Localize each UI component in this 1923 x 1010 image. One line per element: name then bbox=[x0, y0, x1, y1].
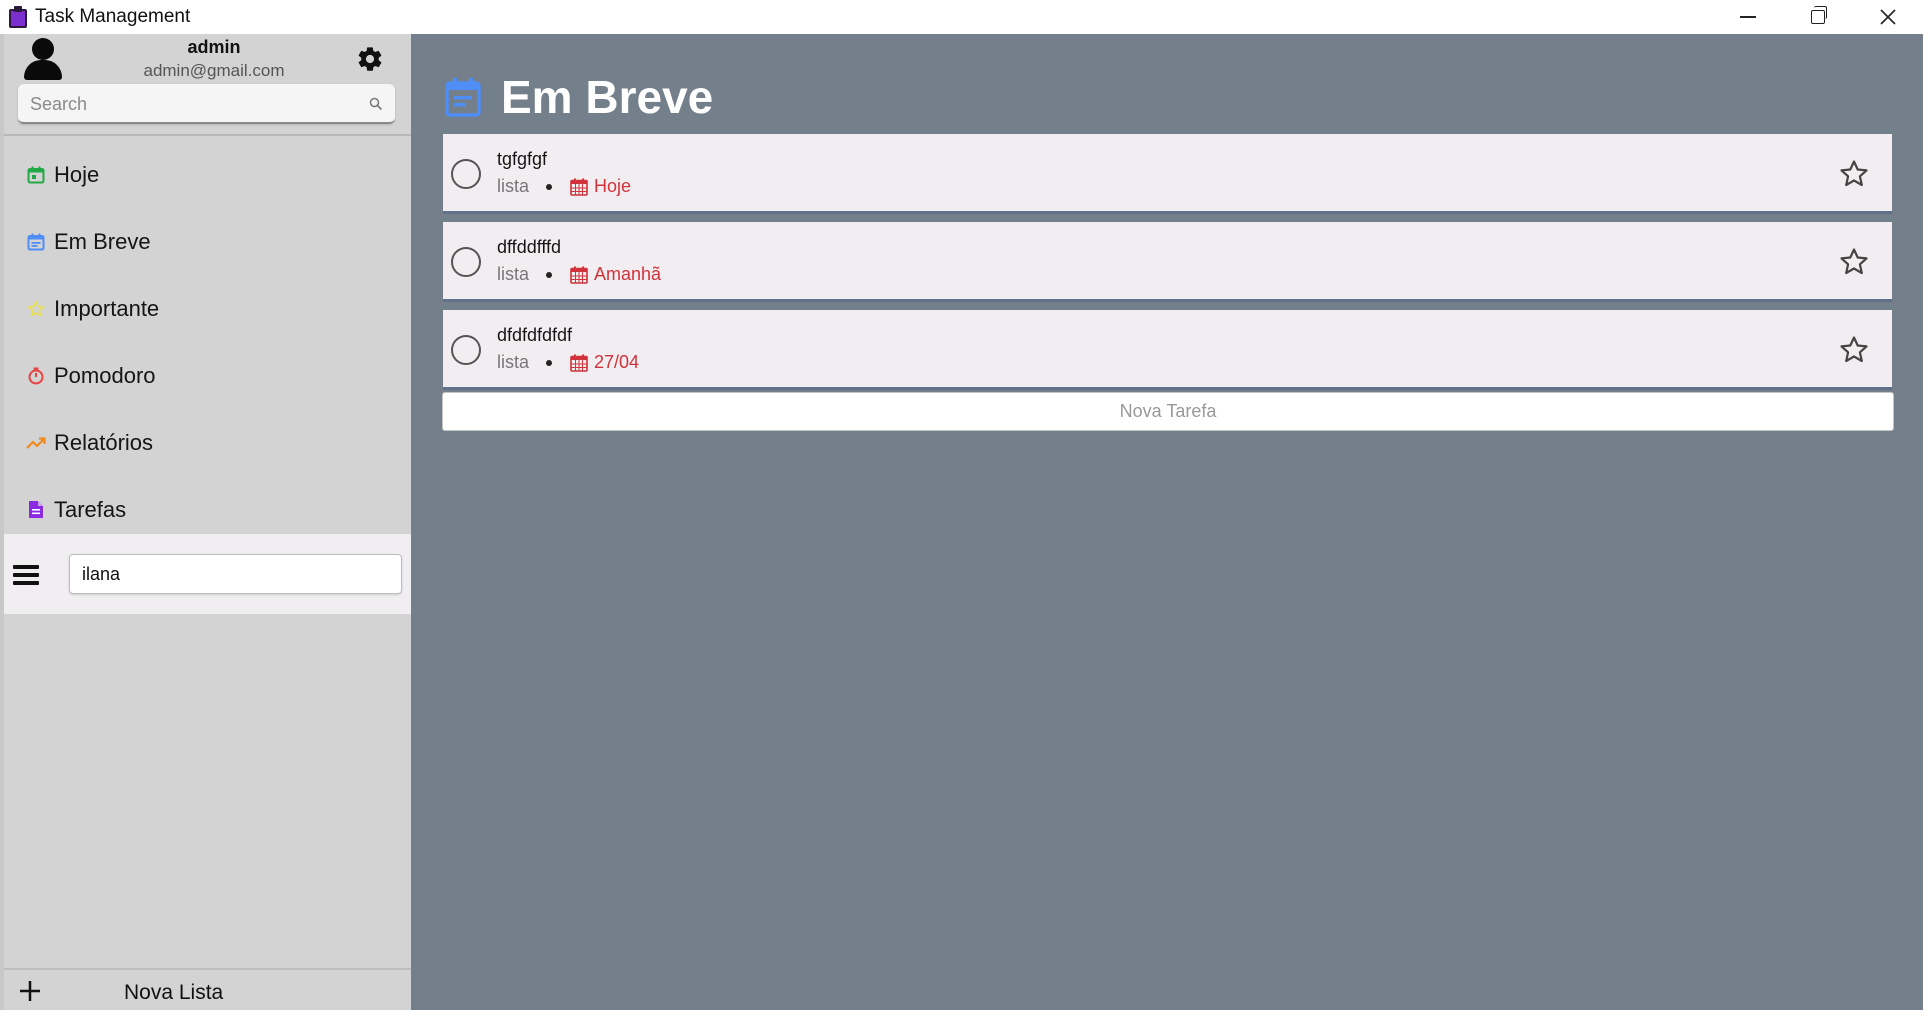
sidebar-item-label: Em Breve bbox=[54, 228, 151, 254]
task-complete-checkbox[interactable] bbox=[451, 159, 481, 189]
gear-icon[interactable] bbox=[356, 45, 384, 73]
task-item[interactable]: tgfgfgf lista Hoje bbox=[443, 134, 1892, 214]
task-list-name: lista bbox=[497, 352, 530, 372]
plus-icon bbox=[20, 981, 40, 1001]
task-due-date: 27/04 bbox=[594, 352, 640, 372]
sidebar-item-label: Relatórios bbox=[54, 429, 154, 455]
hamburger-menu-icon[interactable] bbox=[13, 565, 39, 585]
clipboard-app-icon bbox=[8, 6, 28, 28]
calendar-icon bbox=[445, 78, 481, 117]
new-list-label: Nova Lista bbox=[124, 981, 224, 1004]
restore-icon bbox=[1811, 6, 1827, 24]
task-list: tgfgfgf lista Hoje dffddfffd lista Amanh… bbox=[443, 134, 1892, 398]
window-titlebar: Task Management bbox=[0, 0, 1923, 34]
user-header: admin admin@gmail.com bbox=[4, 34, 411, 84]
timer-icon bbox=[26, 366, 46, 386]
task-complete-checkbox[interactable] bbox=[451, 335, 481, 365]
separator-dot bbox=[546, 359, 553, 366]
task-item[interactable]: dfdfdfdfdf lista 27/04 bbox=[443, 310, 1892, 390]
sidebar-item-relatorios[interactable]: Relatórios bbox=[4, 409, 411, 476]
star-outline-icon[interactable] bbox=[1838, 334, 1870, 366]
search-box[interactable] bbox=[18, 84, 395, 124]
task-meta: lista Amanhã bbox=[497, 264, 661, 285]
sidebar-item-label: Pomodoro bbox=[54, 362, 156, 388]
sidebar-divider bbox=[4, 134, 411, 136]
sidebar-item-pomodoro[interactable]: Pomodoro bbox=[4, 342, 411, 409]
star-outline-icon[interactable] bbox=[1838, 158, 1870, 190]
new-list-button[interactable]: Nova Lista bbox=[4, 971, 411, 1010]
bottom-divider bbox=[4, 968, 411, 970]
sidebar-item-importante[interactable]: Importante bbox=[4, 275, 411, 342]
sidebar-item-tarefas[interactable]: Tarefas bbox=[4, 476, 411, 543]
close-button[interactable] bbox=[1853, 0, 1923, 34]
task-list-name: lista bbox=[497, 176, 530, 196]
separator-dot bbox=[546, 271, 553, 278]
sidebar-item-label: Importante bbox=[54, 295, 160, 321]
restore-button[interactable] bbox=[1783, 0, 1853, 34]
sidebar-item-hoje[interactable]: Hoje bbox=[4, 141, 411, 208]
task-title: dffddfffd bbox=[497, 237, 562, 257]
task-meta: lista Hoje bbox=[497, 176, 631, 197]
task-item[interactable]: dffddfffd lista Amanhã bbox=[443, 222, 1892, 302]
task-due-date: Hoje bbox=[594, 176, 632, 196]
minimize-icon bbox=[1740, 16, 1756, 18]
minimize-button[interactable] bbox=[1713, 0, 1783, 34]
task-list-name: lista bbox=[497, 264, 530, 284]
calendar-icon bbox=[26, 232, 46, 252]
task-title: tgfgfgf bbox=[497, 149, 548, 169]
list-name-input[interactable]: ilana bbox=[69, 554, 402, 594]
star-outline-icon bbox=[26, 299, 46, 319]
sidebar-item-em-breve[interactable]: Em Breve bbox=[4, 208, 411, 275]
list-editor-row: ilana bbox=[4, 534, 411, 614]
sidebar-nav: Hoje Em Breve Importante Pomodoro Relató… bbox=[4, 141, 411, 543]
search-input[interactable] bbox=[30, 92, 350, 116]
calendar-grid-icon bbox=[570, 266, 588, 284]
task-title: dfdfdfdfdf bbox=[497, 325, 573, 345]
star-outline-icon[interactable] bbox=[1838, 246, 1870, 278]
calendar-today-icon bbox=[26, 165, 46, 185]
sidebar: admin admin@gmail.com Hoje Em Breve bbox=[0, 34, 411, 1010]
sidebar-item-label: Hoje bbox=[54, 161, 100, 187]
window-title: Task Management bbox=[35, 6, 191, 27]
sidebar-item-label: Tarefas bbox=[54, 496, 127, 522]
page-title: Em Breve bbox=[501, 71, 714, 123]
task-complete-checkbox[interactable] bbox=[451, 247, 481, 277]
trending-up-icon bbox=[26, 433, 46, 453]
close-icon bbox=[1880, 9, 1896, 25]
search-icon bbox=[369, 97, 383, 111]
calendar-grid-icon bbox=[570, 354, 588, 372]
page-header: Em Breve bbox=[445, 70, 713, 124]
main-panel: Em Breve tgfgfgf lista Hoje dffddfffd li… bbox=[411, 34, 1923, 1010]
new-task-input[interactable]: Nova Tarefa bbox=[442, 392, 1894, 431]
separator-dot bbox=[546, 183, 553, 190]
task-meta: lista 27/04 bbox=[497, 352, 639, 373]
calendar-grid-icon bbox=[570, 178, 588, 196]
task-due-date: Amanhã bbox=[594, 264, 662, 284]
document-icon bbox=[26, 500, 46, 520]
